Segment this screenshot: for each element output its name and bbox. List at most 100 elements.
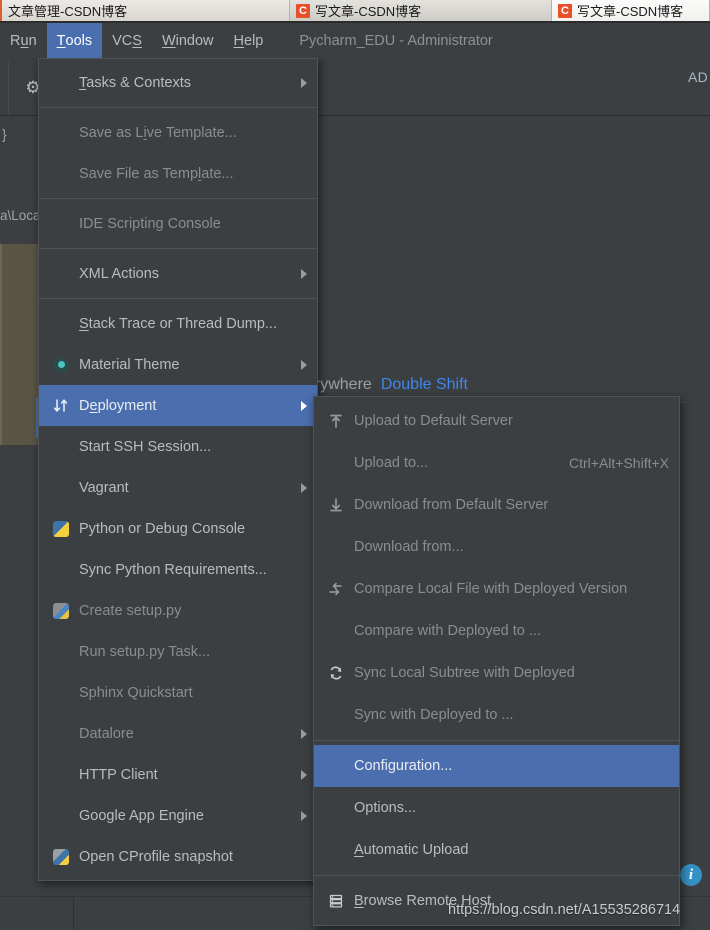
chevron-right-icon: [301, 77, 307, 88]
browser-tab-2[interactable]: C 写文章-CSDN博客: [290, 0, 552, 21]
menu-item-label: Download from Default Server: [354, 497, 549, 513]
menu-item-label: Google App Engine: [79, 807, 204, 824]
browser-tab-1-title: 文章管理-CSDN博客: [8, 4, 128, 19]
menu-item-sync-python-requirements[interactable]: Sync Python Requirements...: [39, 549, 317, 590]
csdn-favicon-icon: C: [296, 3, 310, 18]
chevron-right-icon: [301, 268, 307, 279]
chevron-right-icon: [301, 810, 307, 821]
menu-item-download-from-default-server[interactable]: Download from Default Server: [314, 484, 679, 526]
menu-item-label: Configuration...: [354, 758, 453, 774]
menu-item-automatic-upload[interactable]: Automatic Upload: [314, 829, 679, 871]
menu-item-google-app-engine[interactable]: Google App Engine: [39, 795, 317, 836]
menu-separator: [314, 740, 679, 741]
browser-tab-3[interactable]: C 写文章-CSDN博客: [552, 0, 710, 21]
menu-item-label: Upload to Default Server: [354, 413, 513, 429]
material-theme-icon: [49, 356, 73, 373]
menu-item-run-setup-py-task[interactable]: Run setup.py Task...: [39, 631, 317, 672]
browser-tab-strip: 文章管理-CSDN博客 C 写文章-CSDN博客 C 写文章-CSDN博客: [0, 0, 710, 21]
menu-item-ide-scripting-console[interactable]: IDE Scripting Console: [39, 203, 317, 244]
menu-separator: [314, 875, 679, 876]
cprofile-icon: [49, 848, 73, 865]
menubar-item-help[interactable]: Help: [224, 23, 274, 58]
upload-icon: [324, 413, 348, 429]
menu-item-compare-with-deployed-to[interactable]: Compare with Deployed to ...: [314, 610, 679, 652]
menu-item-sync-with-deployed-to[interactable]: Sync with Deployed to ...: [314, 694, 679, 736]
olive-side-panel: [0, 244, 39, 445]
menubar-item-tools[interactable]: Tools: [46, 23, 103, 58]
menu-item-sync-local-subtree-with-deployed[interactable]: Sync Local Subtree with Deployed: [314, 652, 679, 694]
search-everywhere-hint: erywhere Double Shift: [306, 376, 468, 394]
menu-item-shortcut: Ctrl+Alt+Shift+X: [569, 455, 669, 471]
menu-separator: [39, 107, 317, 108]
menu-item-download-from[interactable]: Download from...: [314, 526, 679, 568]
menu-item-xml-actions[interactable]: XML Actions: [39, 253, 317, 294]
menu-item-save-as-live-template[interactable]: Save as Live Template...: [39, 112, 317, 153]
search-everywhere-shortcut: Double Shift: [380, 376, 468, 393]
menubar-item-run[interactable]: Run: [0, 23, 47, 58]
deployment-icon: [49, 398, 73, 414]
menu-item-label: Compare Local File with Deployed Version: [354, 581, 628, 597]
menu-item-label: Start SSH Session...: [79, 438, 212, 455]
menu-item-sphinx-quickstart[interactable]: Sphinx Quickstart: [39, 672, 317, 713]
menubar-item-window[interactable]: Window: [152, 23, 224, 58]
chevron-right-icon: [301, 728, 307, 739]
menu-item-label: Download from...: [354, 539, 464, 555]
menu-item-label: Tasks & Contexts: [79, 74, 192, 91]
menu-item-label: Save File as Template...: [79, 165, 234, 182]
menu-separator: [39, 248, 317, 249]
browser-tab-3-title: 写文章-CSDN博客: [577, 4, 684, 19]
menu-item-label: Python or Debug Console: [79, 520, 246, 537]
menu-item-label: Material Theme: [79, 356, 180, 373]
menu-item-create-setup-py[interactable]: Create setup.py: [39, 590, 317, 631]
menu-item-compare-local-file-with-deployed-version[interactable]: Compare Local File with Deployed Version: [314, 568, 679, 610]
menu-item-label: Stack Trace or Thread Dump...: [79, 315, 277, 332]
menu-item-label: Run setup.py Task...: [79, 643, 211, 660]
menu-item-label: Sync with Deployed to ...: [354, 707, 514, 723]
chevron-right-icon: [301, 400, 307, 411]
menu-item-stack-trace-or-thread-dump[interactable]: Stack Trace or Thread Dump...: [39, 303, 317, 344]
remote-host-icon: [324, 893, 348, 909]
menu-separator: [39, 298, 317, 299]
menu-item-label: Deployment: [79, 397, 157, 414]
menu-item-label: Sync Local Subtree with Deployed: [354, 665, 575, 681]
window-title: Pycharm_EDU - Administrator: [299, 32, 493, 49]
menu-item-options[interactable]: Options...: [314, 787, 679, 829]
menu-item-label: Upload to...: [354, 455, 429, 471]
menu-item-label: Create setup.py: [79, 602, 182, 619]
bottom-frame-vertical: [73, 897, 74, 930]
browser-tab-2-title: 写文章-CSDN博客: [315, 4, 422, 19]
menu-item-label: Sync Python Requirements...: [79, 561, 267, 578]
python-console-icon: [49, 520, 73, 537]
menu-item-label: HTTP Client: [79, 766, 158, 783]
menu-item-upload-to[interactable]: Upload to... Ctrl+Alt+Shift+X: [314, 442, 679, 484]
olive-side-panel-edge: [0, 244, 2, 445]
editor-brace-fragment: }: [2, 126, 7, 142]
menu-item-label: Open CProfile snapshot: [79, 848, 233, 865]
menu-item-tasks-contexts[interactable]: Tasks & Contexts: [39, 62, 317, 103]
menu-item-label: Options...: [354, 800, 417, 816]
menu-item-label: Datalore: [79, 725, 134, 742]
menu-item-upload-to-default-server[interactable]: Upload to Default Server: [314, 400, 679, 442]
menu-item-http-client[interactable]: HTTP Client: [39, 754, 317, 795]
info-icon[interactable]: i: [680, 864, 702, 886]
csdn-favicon-icon: C: [558, 3, 572, 18]
menu-item-label: Save as Live Template...: [79, 124, 237, 141]
menu-item-datalore[interactable]: Datalore: [39, 713, 317, 754]
browser-tab-1[interactable]: 文章管理-CSDN博客: [0, 0, 290, 21]
menu-item-label: Automatic Upload: [354, 842, 469, 858]
menubar-item-vcs[interactable]: VC S: [102, 23, 152, 58]
menu-item-open-cprofile-snapshot[interactable]: Open CProfile snapshot: [39, 836, 317, 877]
menu-item-deployment[interactable]: Deployment: [39, 385, 317, 426]
menu-item-python-or-debug-console[interactable]: Python or Debug Console: [39, 508, 317, 549]
menu-item-material-theme[interactable]: Material Theme: [39, 344, 317, 385]
toolbar-divider-left: [8, 62, 9, 114]
python-setup-icon: [49, 602, 73, 619]
download-icon: [324, 497, 348, 513]
menu-item-label: Compare with Deployed to ...: [354, 623, 541, 639]
compare-icon: [324, 581, 348, 597]
menu-item-vagrant[interactable]: Vagrant: [39, 467, 317, 508]
menu-item-save-file-as-template[interactable]: Save File as Template...: [39, 153, 317, 194]
chevron-right-icon: [301, 359, 307, 370]
menu-item-start-ssh-session[interactable]: Start SSH Session...: [39, 426, 317, 467]
menu-item-configuration[interactable]: Configuration...: [314, 745, 679, 787]
